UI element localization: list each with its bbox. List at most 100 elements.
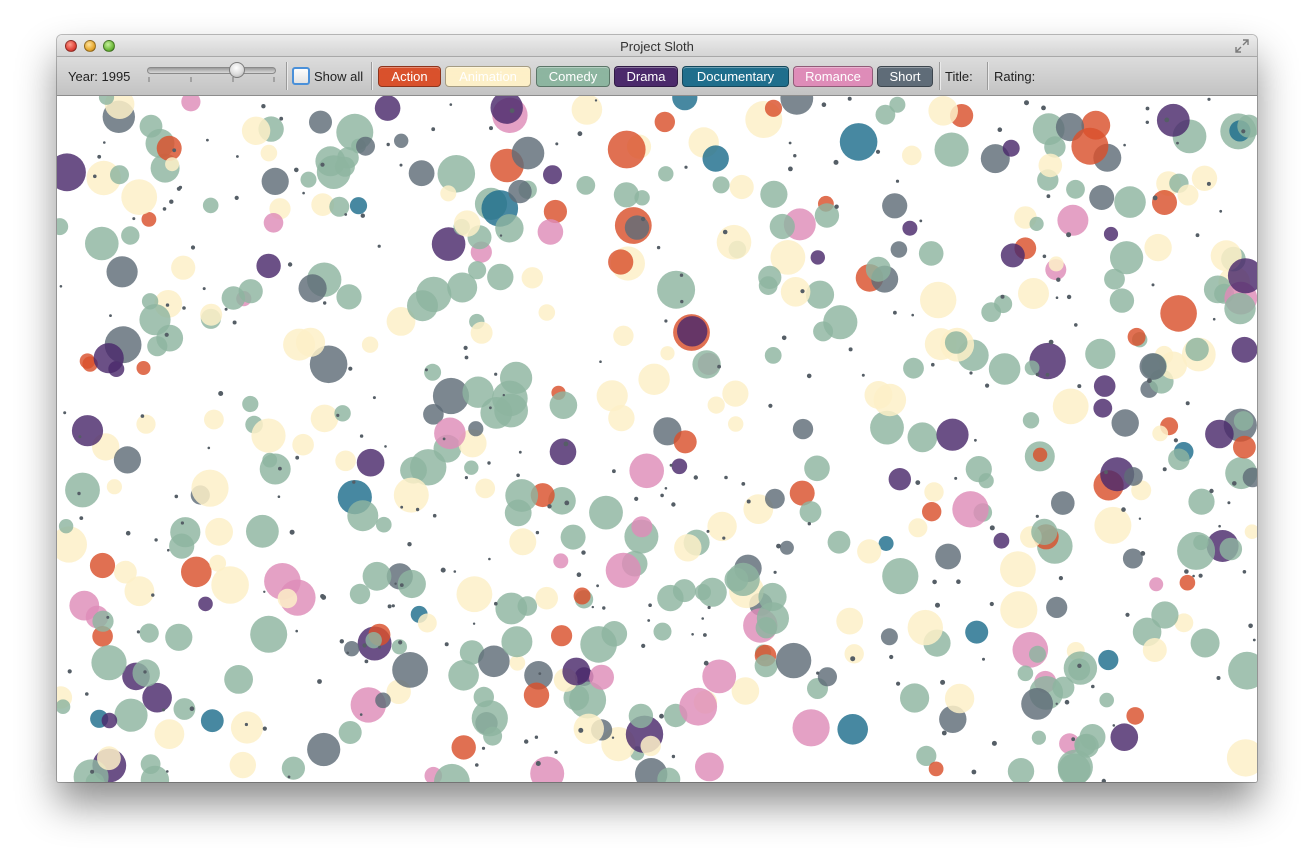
movie-bubble-animation[interactable] xyxy=(1152,425,1169,442)
movie-bubble-animation[interactable] xyxy=(1177,184,1199,206)
movie-bubble-comedy[interactable] xyxy=(246,514,279,548)
movie-bubble-short[interactable] xyxy=(298,274,327,303)
year-slider-knob[interactable] xyxy=(229,62,245,78)
movie-bubble-animation[interactable] xyxy=(535,586,558,610)
movie-bubble-comedy[interactable] xyxy=(139,114,163,138)
movie-bubble-short[interactable] xyxy=(765,488,785,509)
movie-bubble-comedy[interactable] xyxy=(300,171,317,188)
movie-bubble-drama[interactable] xyxy=(57,153,86,192)
movie-bubble-short[interactable] xyxy=(890,241,908,258)
movie-bubble-animation[interactable] xyxy=(571,96,603,125)
movie-bubble-animation[interactable] xyxy=(191,469,229,507)
movie-bubble-animation[interactable] xyxy=(230,711,264,744)
movie-bubble-animation[interactable] xyxy=(1000,551,1036,588)
movie-bubble-comedy[interactable] xyxy=(907,422,938,453)
movie-bubble-animation[interactable] xyxy=(283,328,316,361)
movie-bubble-animation[interactable] xyxy=(928,96,958,126)
movie-bubble-animation[interactable] xyxy=(1094,506,1132,544)
movie-bubble-comedy[interactable] xyxy=(58,519,74,534)
movie-bubble-comedy[interactable] xyxy=(764,347,782,364)
movie-bubble-animation[interactable] xyxy=(1191,165,1218,191)
movie-bubble-comedy[interactable] xyxy=(760,180,788,208)
movie-bubble-animation[interactable] xyxy=(277,588,298,609)
movie-bubble-drama[interactable] xyxy=(902,220,918,236)
movie-bubble-drama[interactable] xyxy=(1103,226,1119,242)
movie-bubble-comedy[interactable] xyxy=(758,265,782,289)
movie-bubble-animation[interactable] xyxy=(1048,256,1064,272)
movie-bubble-comedy[interactable] xyxy=(1177,531,1216,570)
movie-bubble-animation[interactable] xyxy=(1052,388,1089,425)
movie-bubble-comedy[interactable] xyxy=(91,645,127,681)
movie-bubble-comedy[interactable] xyxy=(362,561,392,591)
movie-bubble-action[interactable] xyxy=(1179,574,1196,591)
movie-bubble-comedy[interactable] xyxy=(882,558,919,595)
movie-bubble-comedy[interactable] xyxy=(1114,186,1146,218)
movie-bubble-comedy[interactable] xyxy=(1063,651,1098,685)
movie-bubble-comedy[interactable] xyxy=(589,495,623,530)
movie-bubble-comedy[interactable] xyxy=(141,293,159,310)
movie-bubble-animation[interactable] xyxy=(440,185,457,202)
genre-button-documentary[interactable]: Documentary xyxy=(682,66,789,87)
movie-bubble-comedy[interactable] xyxy=(434,763,470,782)
movie-bubble-short[interactable] xyxy=(307,732,341,767)
movie-bubble-drama[interactable] xyxy=(1000,243,1025,268)
movie-bubble-action[interactable] xyxy=(1127,327,1146,346)
movie-bubble-comedy[interactable] xyxy=(447,272,478,303)
movie-bubble-comedy[interactable] xyxy=(110,165,129,185)
movie-bubble-animation[interactable] xyxy=(1000,591,1038,629)
movie-bubble-animation[interactable] xyxy=(521,267,543,289)
movie-bubble-animation[interactable] xyxy=(335,450,356,472)
movie-bubble-comedy[interactable] xyxy=(697,577,727,607)
movie-bubble-animation[interactable] xyxy=(470,321,493,344)
movie-bubble-comedy[interactable] xyxy=(1066,179,1085,199)
movie-bubble-short[interactable] xyxy=(1046,596,1068,618)
movie-bubble-comedy[interactable] xyxy=(988,353,1021,385)
movie-bubble-documentary[interactable] xyxy=(839,123,878,161)
movie-bubble-comedy[interactable] xyxy=(900,683,930,713)
movie-bubble-comedy[interactable] xyxy=(424,363,442,381)
movie-bubble-comedy[interactable] xyxy=(576,176,596,195)
movie-bubble-comedy[interactable] xyxy=(121,226,140,245)
movie-bubble-plot[interactable] xyxy=(57,96,1257,782)
movie-bubble-drama[interactable] xyxy=(810,250,825,265)
movie-bubble-animation[interactable] xyxy=(171,255,196,280)
movie-bubble-animation[interactable] xyxy=(731,677,760,705)
movie-bubble-comedy[interactable] xyxy=(349,583,371,605)
movie-bubble-comedy[interactable] xyxy=(1022,412,1040,429)
movie-bubble-animation[interactable] xyxy=(97,746,121,771)
movie-bubble-animation[interactable] xyxy=(251,418,286,453)
movie-bubble-comedy[interactable] xyxy=(464,460,479,475)
movie-bubble-comedy[interactable] xyxy=(376,516,392,533)
movie-bubble-drama[interactable] xyxy=(374,96,401,121)
movie-bubble-animation[interactable] xyxy=(204,409,224,430)
movie-bubble-comedy[interactable] xyxy=(944,331,968,354)
movie-bubble-animation[interactable] xyxy=(902,145,922,166)
movie-bubble-comedy[interactable] xyxy=(1007,758,1035,782)
movie-bubble-comedy[interactable] xyxy=(658,166,674,182)
movie-bubble-documentary[interactable] xyxy=(837,714,868,745)
movie-bubble-action[interactable] xyxy=(922,502,942,522)
movie-bubble-animation[interactable] xyxy=(538,304,556,321)
movie-bubble-comedy[interactable] xyxy=(726,562,760,596)
movie-bubble-comedy[interactable] xyxy=(1031,730,1046,745)
movie-bubble-comedy[interactable] xyxy=(1228,651,1257,690)
movie-bubble-comedy[interactable] xyxy=(813,321,834,342)
movie-bubble-comedy[interactable] xyxy=(875,104,896,125)
movie-bubble-comedy[interactable] xyxy=(437,155,476,193)
movie-bubble-comedy[interactable] xyxy=(336,284,362,310)
movie-bubble-short[interactable] xyxy=(1051,491,1075,515)
movie-bubble-comedy[interactable] xyxy=(1190,628,1220,658)
movie-bubble-comedy[interactable] xyxy=(560,524,586,550)
movie-bubble-animation[interactable] xyxy=(205,517,234,546)
movie-bubble-comedy[interactable] xyxy=(934,132,969,167)
movie-bubble-animation[interactable] xyxy=(638,363,670,395)
movie-bubble-animation[interactable] xyxy=(873,383,907,417)
movie-bubble-short[interactable] xyxy=(935,543,961,570)
movie-bubble-comedy[interactable] xyxy=(250,615,288,653)
movie-bubble-drama[interactable] xyxy=(1093,375,1116,397)
movie-bubble-action[interactable] xyxy=(79,353,96,369)
movie-bubble-drama[interactable] xyxy=(888,468,911,491)
movie-bubble-animation[interactable] xyxy=(453,210,481,237)
movie-bubble-comedy[interactable] xyxy=(1085,338,1116,369)
movie-bubble-animation[interactable] xyxy=(260,144,278,162)
